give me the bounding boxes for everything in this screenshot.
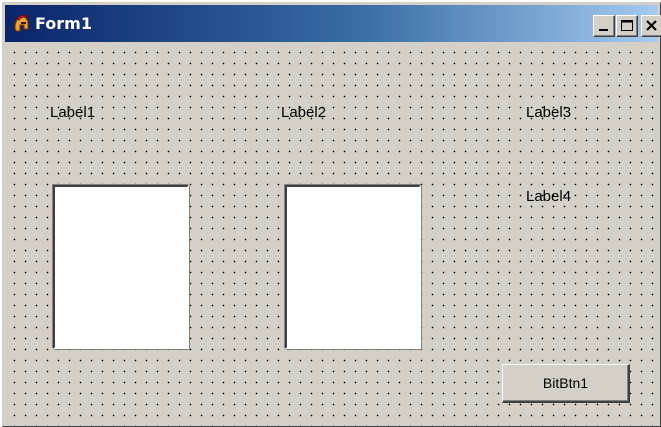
bitbtn1-button[interactable]: BitBtn1 [502,364,630,403]
maximize-button[interactable] [616,15,638,37]
window-title: Form1 [35,14,92,33]
form-window: Form1 Label1 Label2 Label3 Label4 BitBtn… [2,2,661,427]
form-client-area: Label1 Label2 Label3 Label4 BitBtn1 [7,44,659,426]
spartan-helmet-icon[interactable] [11,14,31,34]
close-button[interactable] [641,15,661,37]
bitbtn1-label: BitBtn1 [542,375,589,391]
title-bar[interactable]: Form1 [5,5,661,42]
image-panel-1[interactable] [53,185,189,349]
image-panel-2[interactable] [285,185,421,349]
label3: Label3 [526,104,572,121]
label4: Label4 [526,188,572,205]
label2: Label2 [281,104,327,121]
minimize-button[interactable] [593,15,615,37]
label1: Label1 [50,104,96,121]
